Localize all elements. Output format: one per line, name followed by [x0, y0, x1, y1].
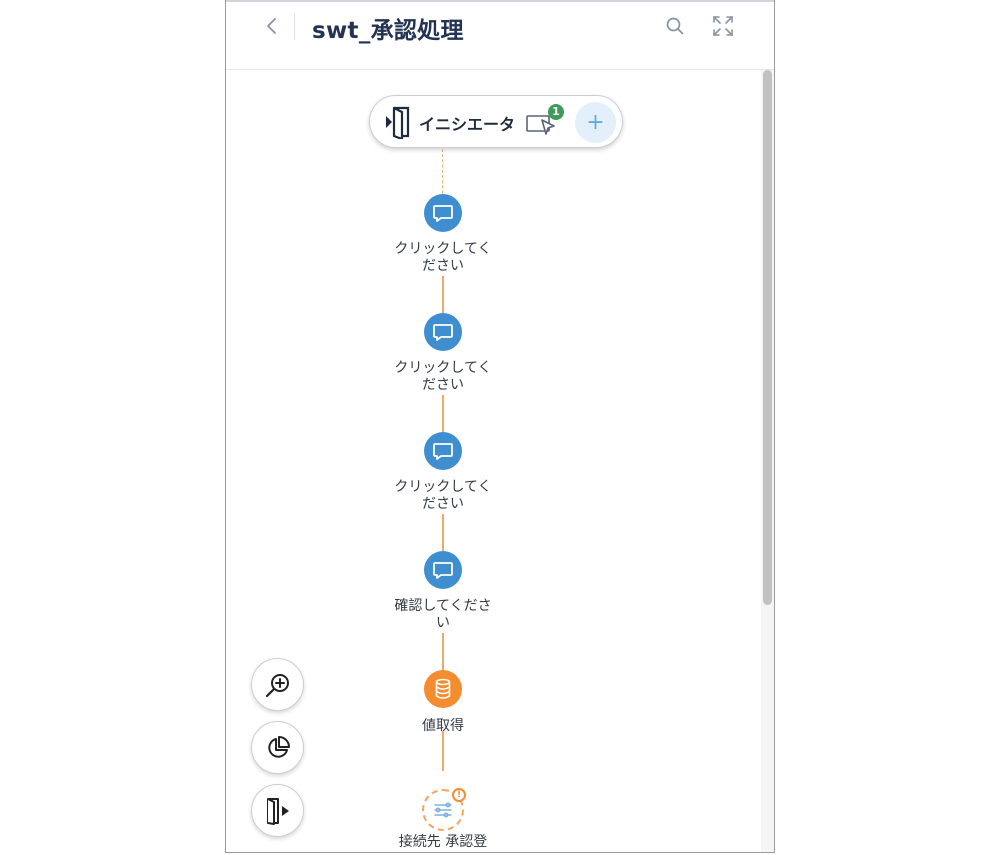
flow-step-label[interactable]: 接続先 承認登 — [383, 834, 503, 851]
flow-step-node[interactable] — [424, 670, 462, 708]
door-exit-icon — [267, 798, 289, 825]
flow-step-label[interactable]: クリックしてく ださい — [383, 241, 503, 275]
header-divider — [294, 14, 295, 40]
database-icon — [435, 678, 451, 699]
flow-step-node[interactable] — [424, 313, 462, 351]
expand-button[interactable] — [711, 14, 735, 38]
message-icon — [433, 443, 453, 460]
notification-badge: 1 — [548, 104, 564, 120]
search-button[interactable] — [663, 14, 687, 38]
flow-step-label[interactable]: 値取得 — [383, 718, 503, 735]
flow-connector — [442, 276, 444, 314]
page-title: swt_承認処理 — [312, 18, 464, 44]
chevron-left-icon — [267, 18, 276, 34]
flow-step-label[interactable]: 確認してください — [383, 598, 503, 632]
message-icon — [433, 205, 453, 222]
expand-icon — [713, 16, 733, 36]
pie-chart-button[interactable] — [251, 721, 304, 774]
flow-connector — [442, 731, 444, 771]
header-bar: swt_承認処理 — [226, 2, 774, 70]
search-icon — [666, 17, 684, 35]
warning-badge: ! — [452, 788, 466, 802]
flow-connector — [442, 633, 444, 671]
exit-button[interactable] — [251, 784, 304, 837]
flow-connector — [442, 514, 444, 552]
flow-editor-panel: swt_承認処理 イニシエータ 1 + クリックしてく ださい クリックしてく … — [225, 0, 775, 853]
back-button[interactable] — [260, 14, 284, 38]
flow-step-node[interactable] — [424, 194, 462, 232]
flow-step-node[interactable] — [424, 551, 462, 589]
message-icon — [433, 562, 453, 579]
vertical-scrollbar[interactable] — [761, 70, 774, 852]
flow-connector — [442, 395, 444, 433]
door-enter-icon — [386, 106, 410, 139]
flow-step-label[interactable]: クリックしてく ださい — [383, 479, 503, 513]
scrollbar-thumb[interactable] — [763, 70, 772, 605]
flow-canvas[interactable]: イニシエータ 1 + クリックしてく ださい クリックしてく ださい クリックし… — [226, 70, 760, 852]
flow-step-label[interactable]: クリックしてく ださい — [383, 360, 503, 394]
message-icon — [433, 324, 453, 341]
zoom-in-icon — [265, 674, 289, 698]
pie-chart-icon — [268, 736, 290, 758]
zoom-in-button[interactable] — [251, 658, 304, 711]
initiator-node[interactable]: イニシエータ 1 + — [369, 95, 623, 148]
flow-step-node[interactable] — [424, 432, 462, 470]
initiator-label: イニシエータ — [419, 115, 516, 134]
add-step-button[interactable]: + — [575, 102, 616, 143]
